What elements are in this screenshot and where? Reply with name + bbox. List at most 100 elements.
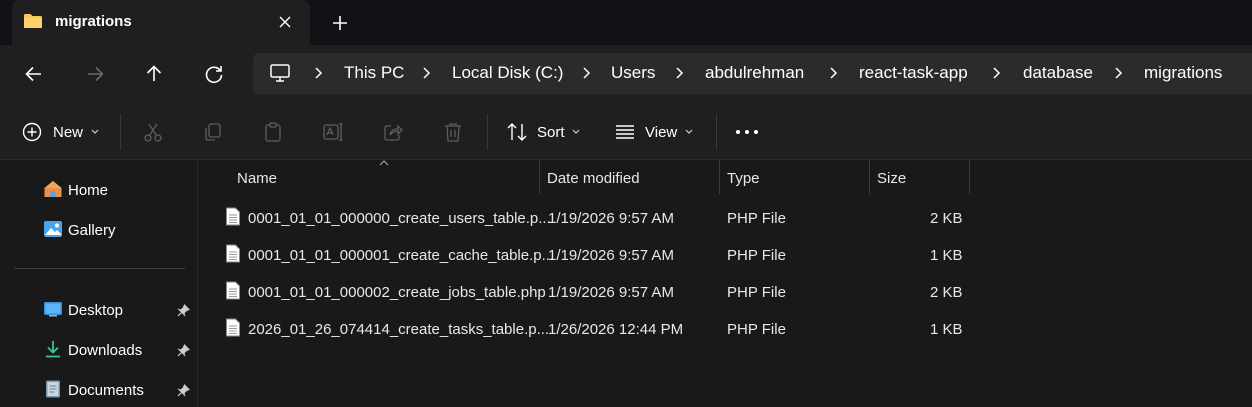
copy-icon[interactable] [202,121,224,143]
table-row[interactable]: 2026_01_26_074414_create_tasks_table.p..… [199,310,979,346]
pin-icon[interactable] [177,304,190,317]
tab-title: migrations [55,13,132,30]
pin-icon[interactable] [177,344,190,357]
chevron-down-icon [685,129,693,134]
home-icon [44,181,62,197]
file-icon [226,207,240,226]
file-name: 0001_01_01_000001_create_cache_table.p..… [248,247,555,264]
arrow-up-icon[interactable] [141,61,167,87]
file-type: PHP File [727,210,786,227]
file-icon [226,318,240,337]
new-label: New [53,124,84,141]
close-icon[interactable] [274,11,296,33]
sidebar-item-desktop[interactable]: Desktop [0,291,197,327]
chevron-down-icon [572,129,580,134]
pin-icon[interactable] [177,384,190,397]
gallery-icon [44,221,62,237]
address-bar[interactable]: This PC Local Disk (C:) Users abdulrehma… [253,53,1252,94]
chevron-right-icon [583,67,591,79]
column-header-type[interactable]: Type [720,160,870,194]
chevron-right-icon [676,67,684,79]
file-name: 0001_01_01_000000_create_users_table.p..… [248,210,551,227]
toolbar-divider [487,114,488,150]
column-header-label: Date modified [547,170,640,187]
breadcrumb-users[interactable]: Users [611,63,655,83]
column-header-label: Name [237,170,278,187]
sidebar-item-gallery[interactable]: Gallery [0,211,197,247]
tab-migrations[interactable]: migrations [12,0,310,45]
file-size: 1 KB [930,321,963,338]
chevron-right-icon [315,67,323,79]
paste-icon[interactable] [262,121,284,143]
rename-icon[interactable] [322,121,344,143]
arrow-right-icon[interactable] [82,61,108,87]
column-header-size[interactable]: Size [870,160,970,194]
file-icon [226,244,240,263]
documents-icon [46,380,60,398]
table-row[interactable]: 0001_01_01_000002_create_jobs_table.php … [199,273,979,309]
view-icon [616,125,634,139]
breadcrumb-abdulrehman[interactable]: abdulrehman [705,63,804,83]
sidebar-item-label: Documents [68,382,144,399]
table-row[interactable]: 0001_01_01_000001_create_cache_table.p..… [199,236,979,272]
file-date: 1/26/2026 12:44 PM [548,321,684,338]
sidebar-item-label: Home [68,182,109,199]
view-label: View [645,124,678,141]
toolbar-divider [120,114,121,150]
file-name: 0001_01_01_000002_create_jobs_table.php [248,284,546,301]
column-header-label: Size [877,170,907,187]
sidebar-divider [14,268,185,269]
breadcrumb-database[interactable]: database [1023,63,1093,83]
chevron-right-icon [830,67,838,79]
folder-icon [24,14,42,28]
sidebar-item-home[interactable]: Home [0,171,197,207]
sidebar-item-label: Desktop [68,302,124,319]
downloads-icon [46,341,60,358]
file-size: 2 KB [930,210,963,227]
title-bar: migrations [0,0,1252,45]
breadcrumb-react-task-app[interactable]: react-task-app [859,63,968,83]
file-type: PHP File [727,321,786,338]
sidebar-item-label: Downloads [68,342,143,359]
arrow-left-icon[interactable] [21,61,47,87]
breadcrumb-migrations[interactable]: migrations [1144,63,1222,83]
sidebar-item-downloads[interactable]: Downloads [0,331,197,367]
file-type: PHP File [727,284,786,301]
sort-icon [507,123,527,141]
file-list: Name Date modified Type Size 0001_01_01_… [199,160,1252,407]
file-date: 1/19/2026 9:57 AM [548,210,674,227]
file-size: 2 KB [930,284,963,301]
navigation-bar: This PC Local Disk (C:) Users abdulrehma… [0,45,1252,102]
chevron-right-icon [993,67,1001,79]
breadcrumb-local-disk[interactable]: Local Disk (C:) [452,63,563,83]
file-type: PHP File [727,247,786,264]
delete-icon[interactable] [442,121,464,143]
breadcrumb-this-pc[interactable]: This PC [344,63,404,83]
sort-label: Sort [537,124,565,141]
column-header-date-modified[interactable]: Date modified [540,160,720,194]
file-name: 2026_01_26_074414_create_tasks_table.p..… [248,321,550,338]
toolbar-divider [716,114,717,150]
chevron-right-icon [423,67,431,79]
file-date: 1/19/2026 9:57 AM [548,284,674,301]
more-options-icon[interactable] [735,121,759,143]
chevron-right-icon [1115,67,1123,79]
navigation-pane: Home Gallery Desktop Downloads Documents [0,160,198,407]
table-row[interactable]: 0001_01_01_000000_create_users_table.p..… [199,199,979,235]
sidebar-item-documents[interactable]: Documents [0,371,197,407]
file-date: 1/19/2026 9:57 AM [548,247,674,264]
sidebar-item-label: Gallery [68,222,116,239]
share-icon[interactable] [382,121,404,143]
plus-icon[interactable] [328,11,352,35]
file-icon [226,281,240,300]
refresh-icon[interactable] [201,61,227,87]
desktop-icon [44,302,62,317]
column-header-label: Type [727,170,760,187]
chevron-down-icon [91,129,99,134]
cut-icon[interactable] [142,121,164,143]
plus-circle-icon [22,122,42,142]
command-bar: New Sort View [0,102,1252,160]
computer-icon [270,64,290,82]
file-size: 1 KB [930,247,963,264]
column-header-name[interactable]: Name [199,160,540,194]
